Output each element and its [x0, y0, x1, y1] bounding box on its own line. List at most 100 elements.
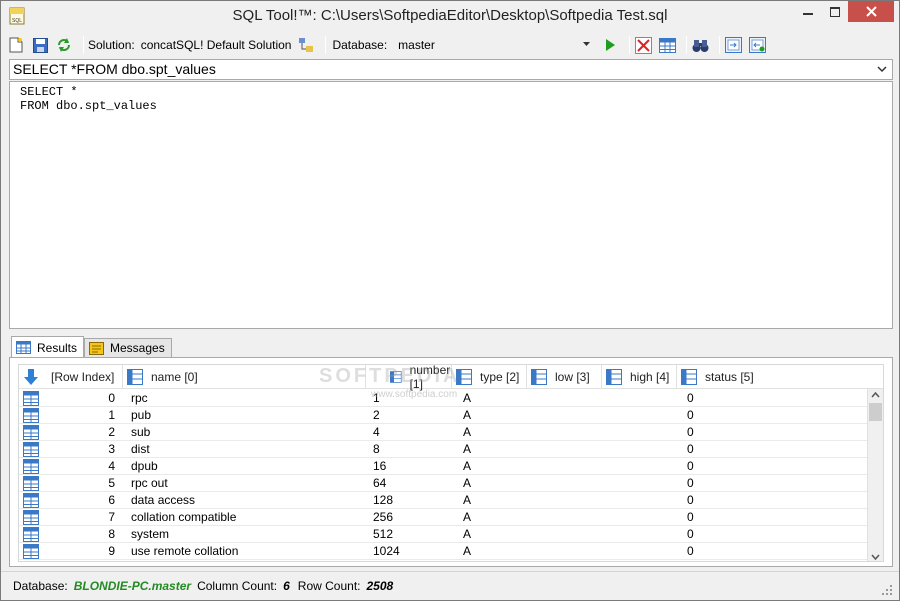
tab-messages[interactable]: Messages	[84, 338, 172, 358]
table-cell[interactable]: A	[463, 543, 527, 560]
table-row[interactable]: 4 dpub 16 A 0	[19, 458, 869, 475]
table-cell[interactable]: 0	[687, 475, 867, 492]
table-cell[interactable]: 4	[39, 458, 115, 475]
table-cell[interactable]: A	[463, 458, 527, 475]
cancel-query-icon[interactable]	[634, 36, 652, 54]
column-header-type[interactable]: type [2]	[452, 365, 527, 389]
table-cell[interactable]: 2	[373, 407, 452, 424]
table-row[interactable]: 7 collation compatible 256 A 0	[19, 509, 869, 526]
table-cell[interactable]: 9	[39, 543, 115, 560]
table-cell[interactable]: rpc out	[131, 475, 366, 492]
table-cell[interactable]	[608, 407, 677, 424]
table-row[interactable]: 6 data access 128 A 0	[19, 492, 869, 509]
results-grid[interactable]: [Row Index] name [0] number [1] type [2]…	[18, 364, 884, 562]
table-row[interactable]: 1 pub 2 A 0	[19, 407, 869, 424]
table-cell[interactable]	[533, 424, 602, 441]
table-row[interactable]: 2 sub 4 A 0	[19, 424, 869, 441]
table-cell[interactable]: 6	[39, 492, 115, 509]
table-row[interactable]: 3 dist 8 A 0	[19, 441, 869, 458]
table-cell[interactable]: collation compatible	[131, 509, 366, 526]
table-cell[interactable]: 5	[39, 475, 115, 492]
scroll-down-icon[interactable]	[871, 554, 880, 560]
table-cell[interactable]: 0	[687, 492, 867, 509]
column-header-row-index[interactable]: [Row Index]	[19, 365, 123, 389]
table-cell[interactable]	[533, 475, 602, 492]
table-cell[interactable]: A	[463, 475, 527, 492]
solution-explorer-icon[interactable]	[297, 36, 315, 54]
table-cell[interactable]: sub	[131, 424, 366, 441]
table-cell[interactable]: 1	[373, 390, 452, 407]
table-cell[interactable]: 8	[39, 526, 115, 543]
minimize-button[interactable]	[794, 1, 821, 22]
resize-grip-icon[interactable]	[882, 585, 893, 596]
grid-view-icon[interactable]	[658, 36, 676, 54]
table-cell[interactable]: dpub	[131, 458, 366, 475]
table-cell[interactable]: rpc	[131, 390, 366, 407]
table-cell[interactable]	[608, 424, 677, 441]
table-cell[interactable]: 512	[373, 526, 452, 543]
table-cell[interactable]: data access	[131, 492, 366, 509]
solution-value[interactable]: concatSQL! Default Solution	[141, 38, 292, 52]
export-icon[interactable]	[724, 36, 742, 54]
maximize-button[interactable]	[821, 1, 848, 22]
table-cell[interactable]: 0	[39, 390, 115, 407]
title-bar[interactable]: SQL SQL Tool!™: C:\Users\SoftpediaEditor…	[1, 1, 899, 31]
column-header-status[interactable]: status [5]	[677, 365, 869, 389]
table-cell[interactable]: 128	[373, 492, 452, 509]
table-cell[interactable]: A	[463, 407, 527, 424]
table-cell[interactable]	[608, 475, 677, 492]
scrollbar-thumb[interactable]	[869, 403, 882, 421]
table-cell[interactable]: 4	[373, 424, 452, 441]
table-cell[interactable]: pub	[131, 407, 366, 424]
table-row[interactable]: 8 system 512 A 0	[19, 526, 869, 543]
vertical-scrollbar[interactable]	[867, 389, 883, 561]
run-icon[interactable]	[601, 36, 619, 54]
new-file-icon[interactable]	[7, 36, 25, 54]
table-cell[interactable]	[533, 543, 602, 560]
table-cell[interactable]: 256	[373, 509, 452, 526]
table-row[interactable]: 5 rpc out 64 A 0	[19, 475, 869, 492]
table-cell[interactable]: A	[463, 424, 527, 441]
table-cell[interactable]	[608, 390, 677, 407]
table-cell[interactable]: 0	[687, 390, 867, 407]
table-cell[interactable]: A	[463, 526, 527, 543]
table-cell[interactable]: 0	[687, 407, 867, 424]
table-cell[interactable]: 1	[39, 407, 115, 424]
table-cell[interactable]: 0	[687, 441, 867, 458]
scroll-up-icon[interactable]	[871, 392, 880, 398]
table-cell[interactable]: 2	[39, 424, 115, 441]
column-header-high[interactable]: high [4]	[602, 365, 677, 389]
table-cell[interactable]	[533, 492, 602, 509]
table-cell[interactable]	[608, 526, 677, 543]
table-cell[interactable]: 0	[687, 424, 867, 441]
column-header-low[interactable]: low [3]	[527, 365, 602, 389]
table-cell[interactable]	[533, 509, 602, 526]
table-cell[interactable]	[608, 492, 677, 509]
query-history-select[interactable]: SELECT *FROM dbo.spt_values	[9, 59, 893, 80]
table-cell[interactable]: A	[463, 390, 527, 407]
table-cell[interactable]: 3	[39, 441, 115, 458]
import-icon[interactable]	[748, 36, 766, 54]
column-header-name[interactable]: name [0]	[123, 365, 366, 389]
table-cell[interactable]: dist	[131, 441, 366, 458]
table-cell[interactable]: 0	[687, 526, 867, 543]
table-cell[interactable]: 0	[687, 543, 867, 560]
table-cell[interactable]	[533, 526, 602, 543]
table-cell[interactable]: 8	[373, 441, 452, 458]
close-button[interactable]	[848, 1, 894, 22]
table-cell[interactable]: 16	[373, 458, 452, 475]
table-cell[interactable]	[533, 441, 602, 458]
table-cell[interactable]	[608, 509, 677, 526]
table-cell[interactable]	[608, 543, 677, 560]
table-cell[interactable]	[533, 407, 602, 424]
table-cell[interactable]: 1024	[373, 543, 452, 560]
table-cell[interactable]: 64	[373, 475, 452, 492]
table-cell[interactable]: system	[131, 526, 366, 543]
table-cell[interactable]	[608, 441, 677, 458]
tab-results[interactable]: Results	[11, 336, 85, 359]
refresh-icon[interactable]	[55, 36, 73, 54]
table-row[interactable]: 9 use remote collation 1024 A 0	[19, 543, 869, 560]
table-cell[interactable]: use remote collation	[131, 543, 366, 560]
table-cell[interactable]	[608, 458, 677, 475]
table-cell[interactable]: A	[463, 492, 527, 509]
